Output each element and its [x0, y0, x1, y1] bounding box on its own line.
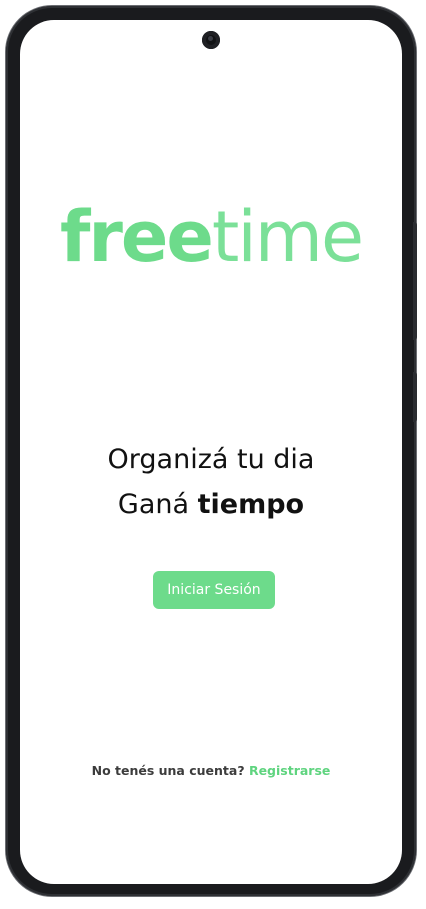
power-key [413, 372, 417, 422]
volume-key [413, 222, 417, 340]
logo-part-free: free [59, 196, 214, 278]
app-screen: freetime Organizá tu dia Ganá tiempo Ini… [20, 20, 402, 884]
register-link[interactable]: Registrarse [249, 763, 330, 778]
register-question: No tenés una cuenta? [91, 763, 245, 778]
tagline-line-1: Organizá tu dia [107, 444, 315, 475]
tagline-line-2: Ganá tiempo [20, 487, 402, 523]
front-camera-icon [202, 31, 220, 49]
logo-part-time: time [211, 196, 364, 278]
app-logo: freetime [20, 192, 402, 282]
tagline-prefix: Ganá [117, 489, 190, 520]
login-button[interactable]: Iniciar Sesión [153, 571, 275, 609]
register-prompt: No tenés una cuenta? Registrarse [20, 763, 402, 778]
tagline-bold-word: tiempo [197, 489, 305, 520]
